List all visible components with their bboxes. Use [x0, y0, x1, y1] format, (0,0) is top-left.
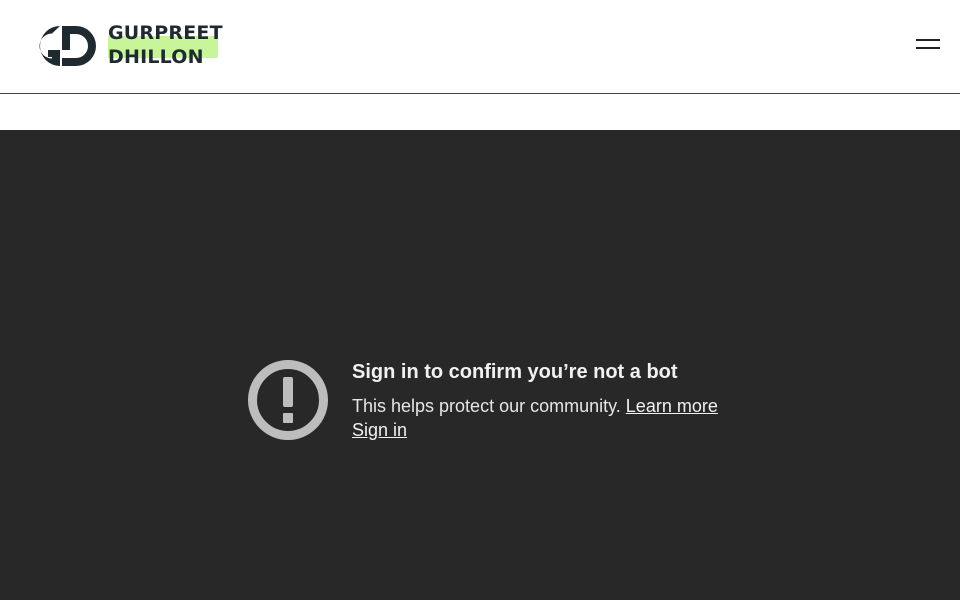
embedded-video-player[interactable]: Sign in to confirm you’re not a bot This…	[0, 130, 960, 600]
logo-text: GURPREET DHILLON	[108, 21, 223, 69]
hamburger-menu-icon[interactable]	[916, 38, 940, 50]
logo-line-1: GURPREET	[108, 22, 223, 44]
notice-body: This helps protect our community. Learn …	[352, 394, 752, 442]
menu-bar-bottom	[916, 47, 940, 49]
sign-in-link[interactable]: Sign in	[352, 420, 407, 440]
notice-text: Sign in to confirm you’re not a bot This…	[352, 360, 752, 442]
site-logo[interactable]: GURPREET DHILLON	[20, 20, 230, 74]
gd-monogram-icon	[39, 26, 96, 66]
exclamation-circle-icon	[248, 360, 328, 440]
notice-title: Sign in to confirm you’re not a bot	[352, 361, 678, 383]
learn-more-link[interactable]: Learn more	[626, 396, 718, 416]
logo-line-2: DHILLON	[108, 46, 204, 68]
bot-check-notice: Sign in to confirm you’re not a bot This…	[248, 360, 748, 450]
notice-message: This helps protect our community.	[352, 396, 621, 416]
menu-bar-top	[916, 39, 940, 41]
site-header: GURPREET DHILLON	[0, 0, 960, 94]
